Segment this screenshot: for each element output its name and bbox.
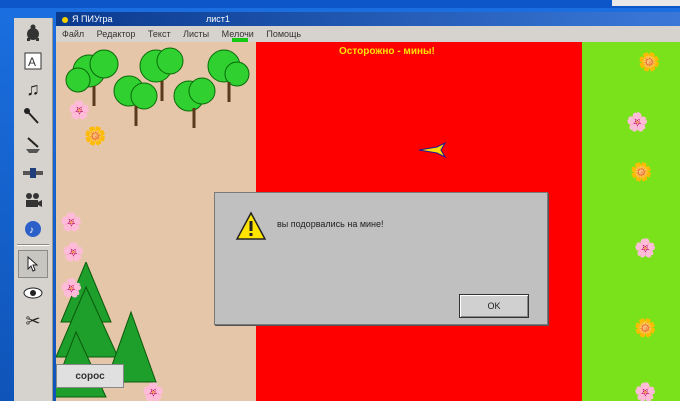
scissors-icon[interactable]: ✂ bbox=[18, 308, 48, 334]
warning-icon bbox=[235, 211, 267, 240]
flower: 🌸 bbox=[142, 382, 165, 401]
flower: 🌼 bbox=[630, 162, 653, 182]
slider-icon[interactable] bbox=[18, 160, 48, 186]
window-title: Я ПИУгра bbox=[72, 14, 113, 24]
camera-icon[interactable] bbox=[18, 188, 48, 214]
flower: 🌸 bbox=[626, 112, 649, 132]
flower: 🌸 bbox=[634, 238, 657, 258]
ok-button[interactable]: OK bbox=[459, 294, 529, 318]
tool-divider bbox=[17, 244, 49, 246]
app-icon bbox=[62, 16, 68, 23]
turtle-icon[interactable] bbox=[18, 20, 48, 46]
eye-icon[interactable] bbox=[18, 280, 48, 306]
menu-edit[interactable]: Редактор bbox=[97, 29, 136, 39]
svg-text:A: A bbox=[28, 55, 36, 69]
top-edge bbox=[0, 0, 680, 8]
player-sprite[interactable] bbox=[417, 141, 447, 159]
document-name: лист1 bbox=[206, 14, 230, 24]
caution-text: Осторожно - мины! bbox=[339, 46, 435, 57]
trees-top bbox=[65, 47, 250, 128]
flower: 🌼 bbox=[84, 126, 107, 146]
alert-message: вы подорвались на мине! bbox=[277, 219, 384, 229]
pointer-icon[interactable] bbox=[18, 250, 48, 278]
menu-text[interactable]: Текст bbox=[148, 29, 171, 39]
corner-window-fragment bbox=[612, 0, 680, 6]
flower: 🌸 bbox=[62, 242, 85, 262]
flower: 🌸 bbox=[634, 382, 657, 401]
menu-help[interactable]: Помощь bbox=[266, 29, 301, 39]
flower: 🌸 bbox=[60, 278, 83, 298]
menu-file[interactable]: Файл bbox=[62, 29, 84, 39]
tool-panel: A ♫ ♪ ✂ bbox=[14, 18, 53, 401]
svg-text:♪: ♪ bbox=[29, 225, 34, 236]
menu-sheets[interactable]: Листы bbox=[183, 29, 209, 39]
alert-dialog: вы подорвались на мине! OK bbox=[214, 192, 548, 325]
microphone-icon[interactable] bbox=[18, 104, 48, 130]
cd-icon[interactable]: ♪ bbox=[18, 216, 48, 242]
flower: 🌼 bbox=[634, 318, 657, 338]
grass-zone bbox=[582, 42, 680, 401]
menu-bar: Файл Редактор Текст Листы Мелочи Помощь bbox=[56, 26, 680, 42]
flower: 🌼 bbox=[638, 52, 661, 72]
flower: 🌸 bbox=[60, 212, 83, 232]
flower: 🌸 bbox=[68, 100, 91, 120]
sprite-label[interactable]: сорос bbox=[56, 364, 124, 388]
title-bar: Я ПИУгра лист1 bbox=[56, 12, 680, 26]
text-icon[interactable]: A bbox=[18, 48, 48, 74]
scanner-icon[interactable] bbox=[18, 132, 48, 158]
music-note-icon[interactable]: ♫ bbox=[18, 76, 48, 102]
